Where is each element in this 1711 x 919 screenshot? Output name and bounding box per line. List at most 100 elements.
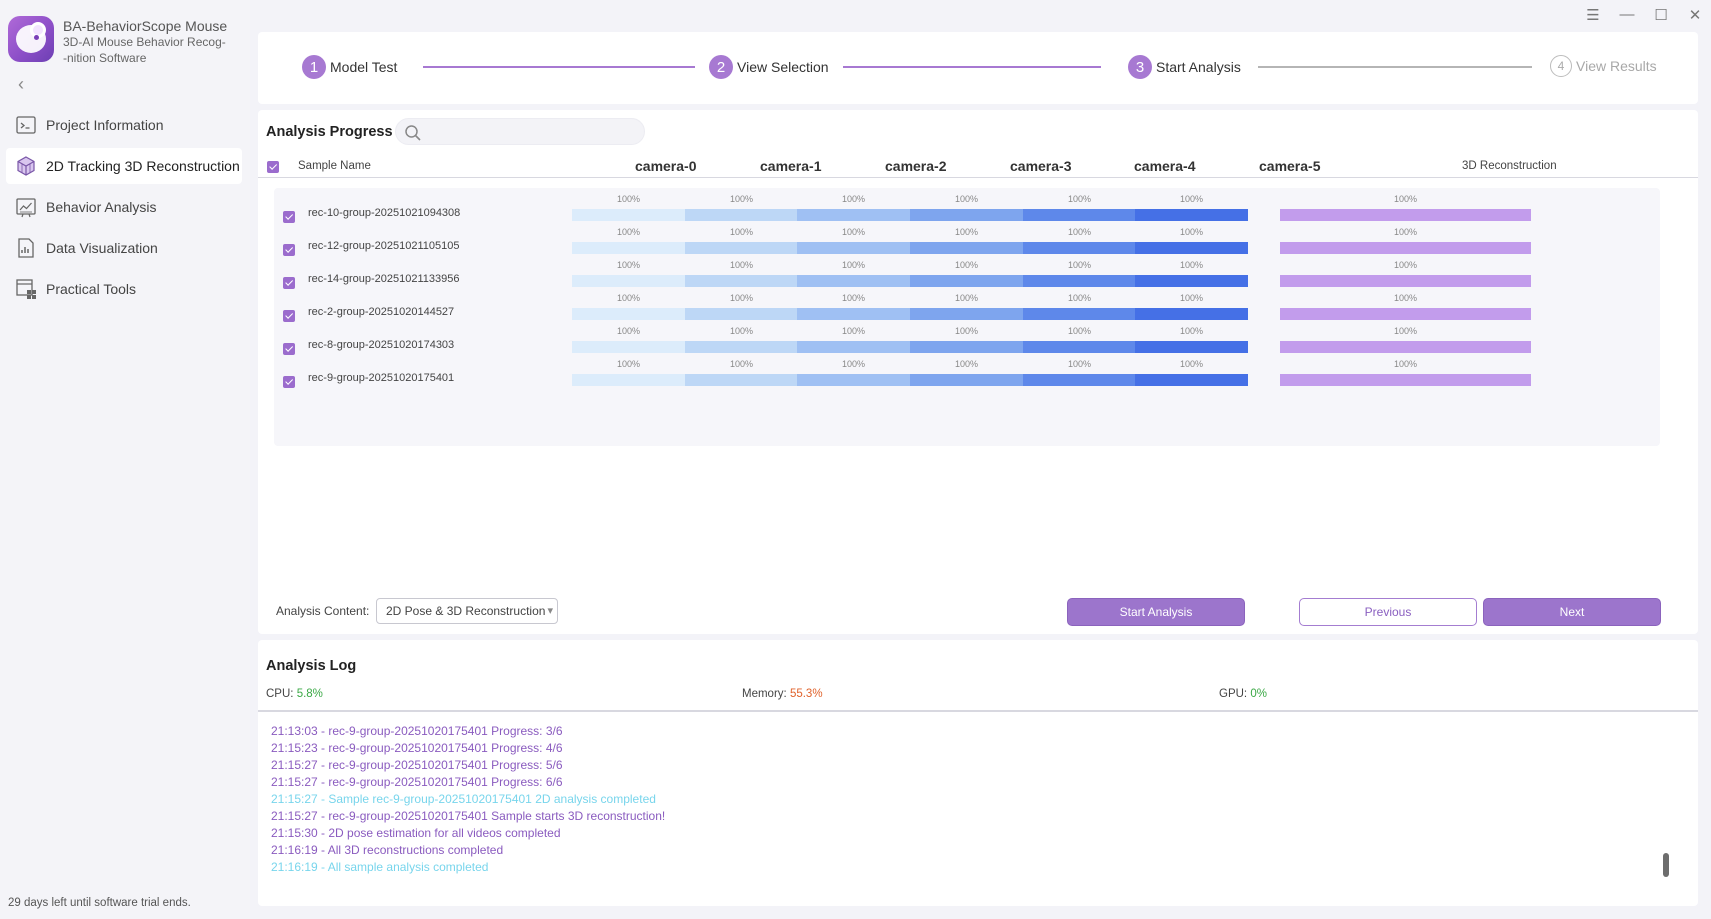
progress-percent: 100% [954, 260, 979, 270]
camera-0-progress: 100% [572, 194, 685, 230]
progress-bar-fill [1135, 209, 1248, 221]
app-subtitle-line1: 3D-AI Mouse Behavior Recog- [63, 35, 226, 49]
progress-percent: 100% [616, 227, 641, 237]
3d-reconstruction-progress: 100% [1280, 227, 1531, 263]
column-header-camera-0: camera-0 [635, 158, 697, 174]
chart-board-icon [16, 198, 36, 218]
camera-5-progress: 100% [1135, 293, 1248, 329]
progress-percent: 100% [1067, 260, 1092, 270]
column-header-camera-3: camera-3 [1010, 158, 1072, 174]
cpu-label: CPU: [266, 688, 294, 700]
progress-percent: 100% [1393, 293, 1418, 303]
progress-bar-fill [797, 209, 910, 221]
camera-2-progress: 100% [797, 227, 910, 263]
progress-bar-fill [685, 209, 798, 221]
search-box[interactable] [395, 118, 645, 145]
row-checkbox[interactable] [283, 376, 295, 388]
step-connector [1258, 66, 1532, 68]
camera-0-progress: 100% [572, 359, 685, 395]
sample-name: rec-8-group-20251020174303 [308, 339, 455, 351]
camera-5-progress: 100% [1135, 227, 1248, 263]
progress-percent: 100% [729, 359, 754, 369]
column-header-camera-4: camera-4 [1134, 158, 1196, 174]
next-button[interactable]: Next [1483, 598, 1661, 626]
table-row: rec-8-group-20251020174303 100% 100% 100% 10… [274, 326, 1660, 362]
cpu-stat: CPU: 5.8% [266, 688, 323, 700]
sample-name: rec-2-group-20251020144527 [308, 306, 455, 318]
camera-1-progress: 100% [685, 260, 798, 296]
camera-3-progress: 100% [910, 326, 1023, 362]
camera-0-progress: 100% [572, 326, 685, 362]
progress-bar-fill [1135, 275, 1248, 287]
step-model-test: 1 Model Test [302, 55, 397, 79]
progress-percent: 100% [729, 227, 754, 237]
progress-bar-fill [1023, 374, 1136, 386]
column-header-camera-5: camera-5 [1259, 158, 1321, 174]
row-checkbox[interactable] [283, 244, 295, 256]
sidebar-item-data-visualization[interactable]: Data Visualization [6, 230, 242, 266]
camera-4-progress: 100% [1023, 359, 1136, 395]
camera-4-progress: 100% [1023, 194, 1136, 230]
camera-4-progress: 100% [1023, 260, 1136, 296]
camera-2-progress: 100% [797, 260, 910, 296]
close-icon[interactable]: ✕ [1687, 6, 1703, 24]
step-connector [423, 66, 695, 68]
progress-percent: 100% [841, 359, 866, 369]
progress-bar-fill [797, 242, 910, 254]
progress-bar-fill [910, 341, 1023, 353]
progress-bar-fill [1135, 341, 1248, 353]
sidebar-item-label: 2D Tracking 3D Reconstruction [46, 158, 240, 174]
camera-1-progress: 100% [685, 326, 798, 362]
log-line: 21:15:27 - rec-9-group-20251020175401 Pr… [271, 758, 563, 772]
menu-icon[interactable]: ☰ [1585, 6, 1601, 24]
row-checkbox[interactable] [283, 277, 295, 289]
log-line: 21:15:23 - rec-9-group-20251020175401 Pr… [271, 741, 563, 755]
cube-icon [17, 156, 35, 176]
camera-5-progress: 100% [1135, 194, 1248, 230]
scrollbar-thumb[interactable] [1663, 853, 1669, 877]
sidebar-item-behavior-analysis[interactable]: Behavior Analysis [6, 189, 242, 225]
sidebar-item-2d-tracking-3d-reconstruction[interactable]: 2D Tracking 3D Reconstruction [6, 148, 242, 184]
sidebar-item-practical-tools[interactable]: Practical Tools [6, 271, 242, 307]
minimize-icon[interactable]: — [1619, 6, 1635, 24]
progress-bar-fill [1135, 242, 1248, 254]
search-input[interactable] [428, 123, 628, 137]
document-chart-icon [18, 238, 34, 258]
maximize-icon[interactable]: ☐ [1653, 6, 1669, 24]
3d-reconstruction-progress: 100% [1280, 260, 1531, 296]
progress-percent: 100% [954, 326, 979, 336]
progress-bar-fill [572, 308, 685, 320]
step-number: 3 [1128, 55, 1152, 79]
progress-bar-fill [797, 275, 910, 287]
progress-bar-fill [1135, 374, 1248, 386]
column-header-camera-2: camera-2 [885, 158, 947, 174]
step-view-selection: 2 View Selection [709, 55, 829, 79]
camera-5-progress: 100% [1135, 359, 1248, 395]
select-all-checkbox[interactable] [267, 161, 279, 173]
progress-bar-fill [1023, 341, 1136, 353]
sidebar-item-label: Data Visualization [46, 240, 158, 256]
gpu-label: GPU: [1219, 688, 1248, 700]
row-checkbox[interactable] [283, 211, 295, 223]
3d-reconstruction-progress: 100% [1280, 326, 1531, 362]
column-header-3d-reconstruction: 3D Reconstruction [1462, 160, 1557, 172]
row-checkbox[interactable] [283, 343, 295, 355]
progress-bar-fill [685, 308, 798, 320]
progress-bar-fill [685, 374, 798, 386]
previous-button[interactable]: Previous [1299, 598, 1477, 626]
sample-name: rec-9-group-20251020175401 [308, 372, 455, 384]
progress-percent: 100% [616, 260, 641, 270]
chevron-down-icon: ▾ [547, 605, 553, 617]
back-arrow-icon[interactable]: ‹ [18, 74, 24, 95]
progress-percent: 100% [616, 293, 641, 303]
sidebar-item-project-information[interactable]: Project Information [6, 107, 242, 143]
step-label: View Selection [737, 59, 829, 75]
camera-0-progress: 100% [572, 260, 685, 296]
row-checkbox[interactable] [283, 310, 295, 322]
cpu-value: 5.8% [296, 688, 323, 700]
progress-percent: 100% [616, 359, 641, 369]
step-label: View Results [1576, 58, 1657, 74]
start-analysis-button[interactable]: Start Analysis [1067, 598, 1245, 626]
column-header-camera-1: camera-1 [760, 158, 822, 174]
analysis-content-select[interactable]: 2D Pose & 3D Reconstruction ▾ [376, 598, 558, 624]
